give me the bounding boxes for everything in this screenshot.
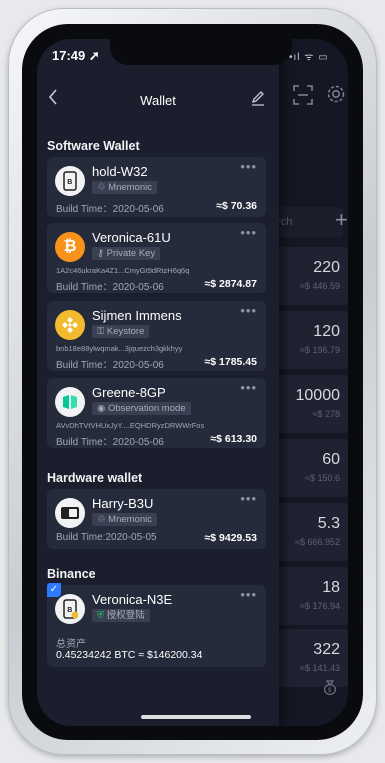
asset-usd: ≈$ 446.59 <box>300 281 340 291</box>
build-time: Build Time：2020-05-06 <box>56 282 164 293</box>
wallet-type-badge: ♲ Mnemonic <box>92 181 157 194</box>
build-time: Build Time：2020-05-06 <box>56 437 164 448</box>
wallet-card[interactable]: ₿ Veronica-61U ••• ⚷ Private Key 1A2c46u… <box>47 223 266 293</box>
asset-usd: ≈$ 196.79 <box>300 345 340 355</box>
phone-b-icon: B <box>55 166 85 196</box>
wallet-type-badge: ♲ Mnemonic <box>92 513 157 526</box>
more-options-icon[interactable]: ••• <box>240 225 257 240</box>
build-time: Build Time:2020-05-05 <box>56 532 157 543</box>
asset-amount: 120 <box>313 323 340 340</box>
asset-usd: ≈$ 150.6 <box>305 473 340 483</box>
wallet-name: Veronica-N3E <box>92 592 173 607</box>
svg-text:$: $ <box>328 688 332 694</box>
scan-icon[interactable] <box>293 85 313 110</box>
asset-usd: ≈$ 278 <box>312 409 340 419</box>
wallet-usd-value: ≈$ 2874.87 <box>204 278 257 290</box>
binance-icon <box>55 310 85 340</box>
edit-pencil-icon[interactable] <box>250 90 266 111</box>
wallet-address: bnb18e88ylwqmak...3jquezch3gkkhyy <box>56 344 183 353</box>
more-options-icon[interactable]: ••• <box>240 587 257 602</box>
more-options-icon[interactable]: ••• <box>240 159 257 174</box>
status-time: 17:49 ➚ <box>52 48 100 63</box>
binance-wallet-card[interactable]: B Veronica-N3E ••• ⛨ 授权登陆 总资产 0.45234242… <box>47 585 266 667</box>
page-title: Wallet <box>140 93 176 108</box>
settings-gear-icon[interactable] <box>326 84 346 109</box>
wallet-name: Harry-B3U <box>92 496 154 511</box>
wallet-name: Veronica-61U <box>92 230 171 245</box>
phone-b-icon: B <box>55 594 85 624</box>
status-icons: •ıl ᯤ ▭ <box>289 52 329 63</box>
auth-login-badge: ⛨ 授权登陆 <box>92 609 150 622</box>
wallet-card[interactable]: Greene-8GP ••• ◉ Observation mode AVvDhT… <box>47 378 266 448</box>
svg-text:B: B <box>67 607 72 614</box>
wallet-drawer: 17:49 ➚ Wallet Software Wallet B hold-W3… <box>37 39 279 726</box>
home-indicator[interactable] <box>141 715 251 719</box>
asset-amount: 5.3 <box>317 515 340 532</box>
key-icon: ⚷ <box>97 248 107 259</box>
asset-amount: 60 <box>322 451 340 468</box>
asset-amount: 322 <box>313 641 340 658</box>
selected-check-icon: ✓ <box>47 583 61 597</box>
drawer-header: Wallet <box>37 85 279 117</box>
wallet-card[interactable]: Sijmen Immens ••• ⚿ Keystore bnb18e88ylw… <box>47 301 266 371</box>
more-options-icon[interactable]: ••• <box>240 380 257 395</box>
screen: arch + 220 ≈$ 446.59 120 ≈$ 196.79 10000… <box>37 39 348 726</box>
hardware-device-icon <box>55 498 85 528</box>
asset-amount: 10000 <box>295 387 341 404</box>
asset-usd: ≈$ 141.43 <box>300 663 340 673</box>
wallet-card[interactable]: Harry-B3U ••• ♲ Mnemonic Build Time:2020… <box>47 489 266 549</box>
camera-notch <box>110 39 292 65</box>
wallet-type-badge: ⚿ Keystore <box>92 325 150 338</box>
build-time: Build Time：2020-05-06 <box>56 204 164 215</box>
asset-usd: ≈$ 176.94 <box>300 601 340 611</box>
section-hardware-wallet: Hardware wallet <box>47 471 143 485</box>
more-options-icon[interactable]: ••• <box>240 491 257 506</box>
wallet-usd-value: ≈$ 1785.45 <box>204 356 257 368</box>
wallet-type-badge: ⚷ Private Key <box>92 247 161 260</box>
wallet-name: hold-W32 <box>92 164 148 179</box>
verified-shield-icon: ⛨ <box>97 610 107 621</box>
shield-icon: ♲ <box>97 514 109 525</box>
wallet-usd-value: ≈$ 9429.53 <box>204 532 257 544</box>
eye-icon: ◉ <box>97 403 108 414</box>
wallet-usd-value: ≈$ 70.36 <box>216 200 257 212</box>
wallet-address: AVvDhTVtVHUxJyY....EQHDRyzDRWWrFos <box>56 421 205 430</box>
total-assets-label: 总资产 <box>56 639 86 650</box>
section-software-wallet: Software Wallet <box>47 139 140 153</box>
section-binance: Binance <box>47 567 96 581</box>
bitcoin-icon: ₿ <box>55 232 85 262</box>
add-icon[interactable]: + <box>335 207 348 233</box>
shield-icon: ♲ <box>97 182 109 193</box>
neo-icon <box>55 387 85 417</box>
build-time: Build Time：2020-05-06 <box>56 360 164 371</box>
asset-amount: 18 <box>322 579 340 596</box>
svg-text:B: B <box>67 179 72 186</box>
wallet-name: Sijmen Immens <box>92 308 182 323</box>
asset-amount: 220 <box>313 259 340 276</box>
total-assets-value: 0.45234242 BTC ≈ $146200.34 <box>56 649 203 661</box>
keystore-icon: ⚿ <box>97 326 107 337</box>
more-options-icon[interactable]: ••• <box>240 303 257 318</box>
asset-usd: ≈$ 666.952 <box>295 537 340 547</box>
wallet-usd-value: ≈$ 613.30 <box>210 433 257 445</box>
wallet-name: Greene-8GP <box>92 385 166 400</box>
money-bag-icon[interactable]: $ <box>323 679 337 698</box>
wallet-type-badge: ◉ Observation mode <box>92 402 191 415</box>
wallet-address: 1A2c46ukraKa4Z1...CmyGt9dRtzH6q6q <box>56 266 190 275</box>
wallet-card[interactable]: B hold-W32 ••• ♲ Mnemonic Build Time：202… <box>47 157 266 217</box>
